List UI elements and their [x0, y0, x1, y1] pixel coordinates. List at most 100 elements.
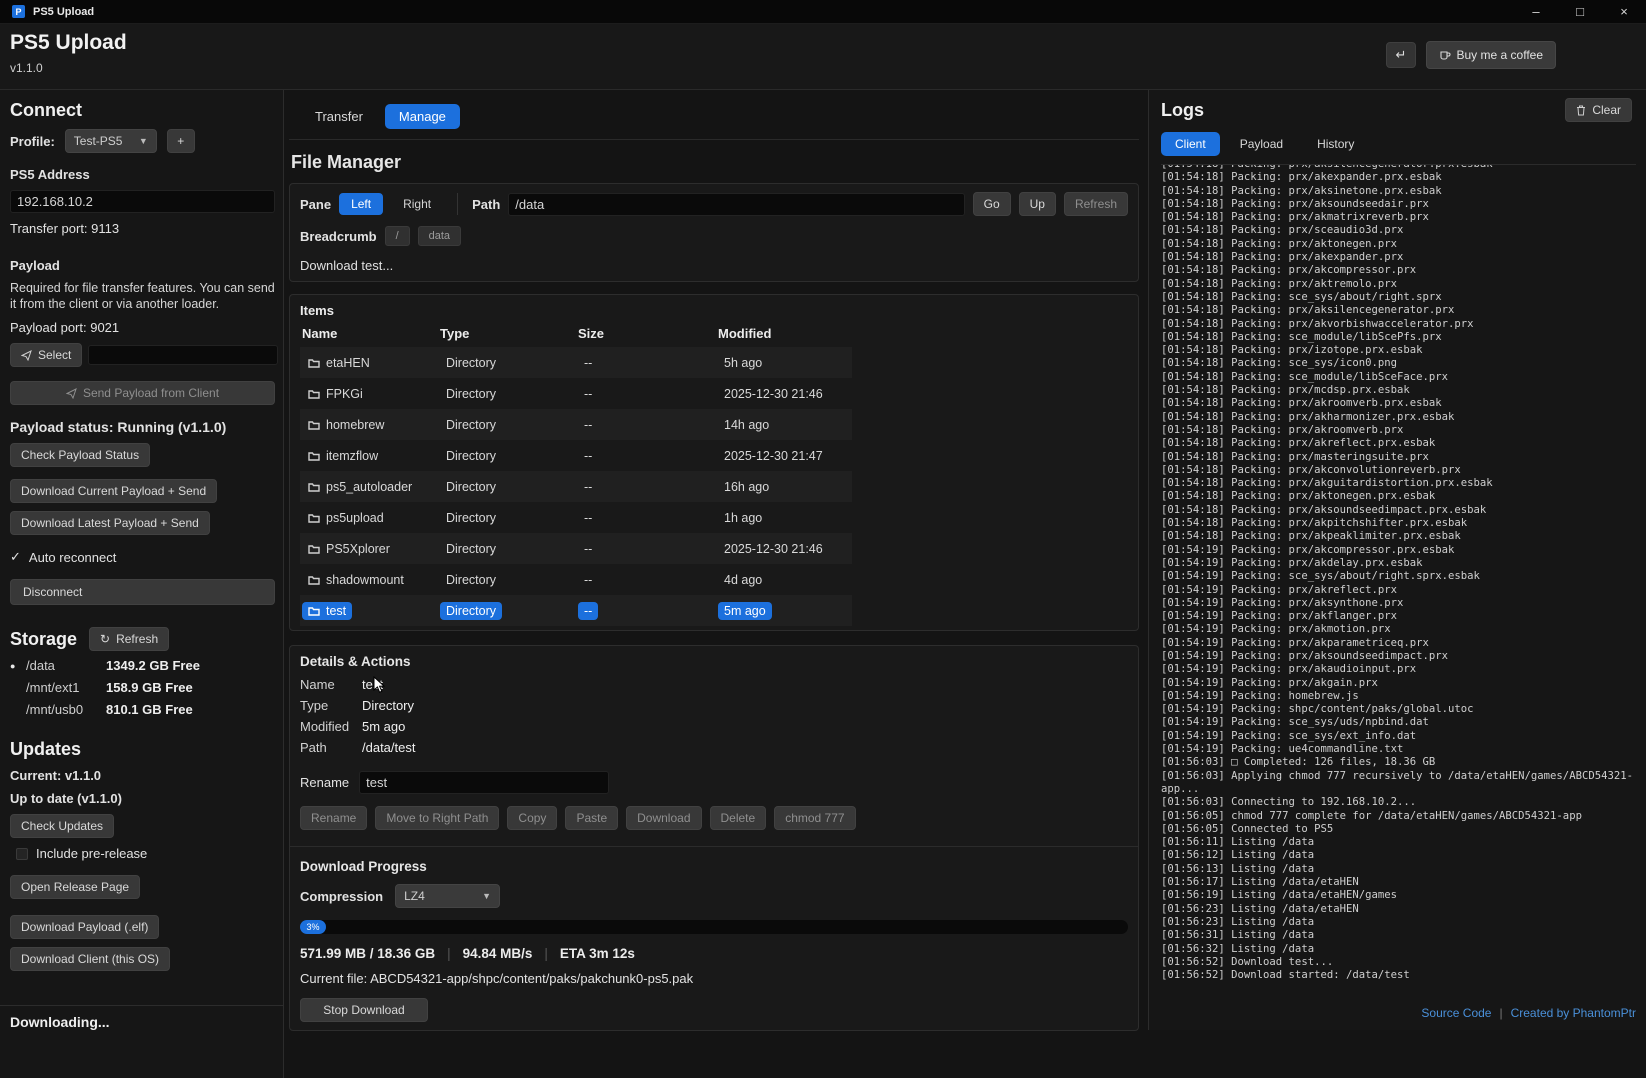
item-name: homebrew — [326, 418, 384, 432]
file-action-button[interactable]: Paste — [565, 806, 618, 830]
log-output[interactable]: [01:54:18] Packing: prx/aksilencegenerat… — [1161, 164, 1636, 1000]
manager-tab[interactable]: Manage — [385, 104, 460, 129]
folder-icon — [308, 544, 320, 554]
file-manager-column: Transfer Manage File Manager Pane Left R… — [285, 90, 1147, 1030]
file-manager-controls: Pane Left Right Path Go Up Refresh Bread… — [289, 183, 1139, 282]
log-line: [01:54:18] Packing: prx/akconvolutionrev… — [1161, 464, 1636, 477]
open-release-page-button[interactable]: Open Release Page — [10, 875, 140, 899]
log-line: [01:54:19] Packing: prx/aksynthone.prx — [1161, 597, 1636, 610]
table-row[interactable]: itemzflow Directory -- 2025-12-30 21:47 — [300, 440, 852, 471]
log-line: [01:54:18] Packing: prx/akpitchshifter.p… — [1161, 517, 1636, 530]
profile-select[interactable]: Test-PS5 ▼ — [65, 129, 157, 153]
log-line: [01:54:19] Packing: prx/akreflect.prx — [1161, 584, 1636, 597]
payload-file-input[interactable] — [88, 345, 278, 365]
table-row[interactable]: etaHEN Directory -- 5h ago — [300, 347, 852, 378]
minimize-button[interactable]: – — [1514, 0, 1558, 24]
buy-coffee-button[interactable]: Buy me a coffee — [1426, 41, 1557, 69]
auto-reconnect-checkbox[interactable]: ✓ Auto reconnect — [10, 549, 275, 565]
breadcrumb-item[interactable]: / — [385, 226, 410, 246]
disconnect-button[interactable]: Disconnect — [10, 579, 275, 605]
path-input[interactable] — [508, 193, 964, 216]
path-refresh-button[interactable]: Refresh — [1064, 192, 1128, 216]
bytes-progress: 571.99 MB / 18.36 GB — [300, 946, 435, 961]
go-button[interactable]: Go — [973, 192, 1011, 216]
table-row[interactable]: ps5_autoloader Directory -- 16h ago — [300, 471, 852, 502]
status-text: Downloading... — [10, 1014, 273, 1030]
chevron-down-icon: ▼ — [139, 136, 148, 146]
window-title: PS5 Upload — [33, 6, 94, 18]
download-latest-payload-button[interactable]: Download Latest Payload + Send — [10, 511, 210, 535]
pane-left-button[interactable]: Left — [339, 193, 383, 215]
column-header[interactable]: Name — [302, 326, 440, 341]
corner-action-button[interactable]: ↵ — [1386, 42, 1416, 68]
compression-select[interactable]: LZ4 ▼ — [395, 884, 500, 908]
item-modified: 2025-12-30 21:47 — [718, 447, 829, 465]
storage-drive-row[interactable]: ● /data 1349.2 GB Free — [10, 658, 275, 673]
table-row[interactable]: shadowmount Directory -- 4d ago — [300, 564, 852, 595]
column-header[interactable]: Modified — [718, 326, 854, 341]
clear-logs-button[interactable]: Clear — [1565, 98, 1632, 122]
table-row[interactable]: test Directory -- 5m ago — [300, 595, 852, 626]
up-button[interactable]: Up — [1019, 192, 1056, 216]
credit-link[interactable]: Created by PhantomPtr — [1511, 1006, 1636, 1020]
item-type: Directory — [440, 602, 502, 620]
table-row[interactable]: ps5upload Directory -- 1h ago — [300, 502, 852, 533]
manager-tab[interactable]: Transfer — [301, 104, 377, 129]
file-action-button[interactable]: Delete — [710, 806, 767, 830]
storage-drive-row[interactable]: ● /mnt/ext1 158.9 GB Free — [10, 680, 275, 695]
storage-refresh-button[interactable]: ↻ Refresh — [89, 627, 169, 651]
pane-right-button[interactable]: Right — [391, 193, 443, 215]
compression-label: Compression — [300, 889, 383, 904]
log-line: [01:54:19] Packing: prx/akgain.prx — [1161, 677, 1636, 690]
item-name: FPKGi — [326, 387, 363, 401]
ps5-address-input[interactable] — [10, 190, 275, 213]
file-action-button[interactable]: chmod 777 — [774, 806, 855, 830]
rename-input[interactable] — [359, 771, 609, 794]
app-version: v1.1.0 — [10, 61, 43, 75]
file-action-button[interactable]: Download — [626, 806, 701, 830]
path-label: Path — [472, 197, 500, 212]
updates-current-text: Current: v1.1.0 — [10, 768, 275, 783]
log-line: [01:56:32] Listing /data — [1161, 943, 1636, 956]
prerelease-checkbox[interactable]: Include pre-release — [16, 846, 275, 861]
stop-download-button[interactable]: Stop Download — [300, 998, 428, 1022]
item-modified: 4d ago — [718, 571, 768, 589]
column-header[interactable]: Type — [440, 326, 578, 341]
progress-stats: 571.99 MB / 18.36 GB | 94.84 MB/s | ETA … — [300, 946, 1128, 961]
details-heading: Details & Actions — [300, 654, 1128, 669]
updates-heading: Updates — [10, 739, 275, 760]
check-payload-status-button[interactable]: Check Payload Status — [10, 443, 150, 467]
check-updates-button[interactable]: Check Updates — [10, 814, 114, 838]
download-note: Download test... — [300, 258, 1128, 273]
add-profile-button[interactable]: + — [167, 129, 195, 153]
download-client-button[interactable]: Download Client (this OS) — [10, 947, 170, 971]
table-row[interactable]: FPKGi Directory -- 2025-12-30 21:46 — [300, 378, 852, 409]
item-modified: 1h ago — [718, 509, 768, 527]
logs-tab[interactable]: History — [1303, 132, 1368, 156]
logs-tab[interactable]: Client — [1161, 132, 1220, 156]
connect-heading: Connect — [10, 100, 275, 121]
file-action-button[interactable]: Rename — [300, 806, 367, 830]
file-action-button[interactable]: Copy — [507, 806, 557, 830]
maximize-button[interactable]: □ — [1558, 0, 1602, 24]
table-row[interactable]: homebrew Directory -- 14h ago — [300, 409, 852, 440]
item-type: Directory — [440, 571, 502, 589]
close-button[interactable]: × — [1602, 0, 1646, 24]
table-row[interactable]: PS5Xplorer Directory -- 2025-12-30 21:46 — [300, 533, 852, 564]
file-action-button[interactable]: Move to Right Path — [375, 806, 499, 830]
refresh-icon: ↻ — [100, 632, 110, 646]
logs-tab[interactable]: Payload — [1226, 132, 1297, 156]
log-line: [01:54:18] Packing: prx/akguitardistorti… — [1161, 477, 1636, 490]
download-payload-elf-button[interactable]: Download Payload (.elf) — [10, 915, 159, 939]
download-current-payload-button[interactable]: Download Current Payload + Send — [10, 479, 217, 503]
select-payload-button[interactable]: Select — [10, 343, 82, 367]
column-header[interactable]: Size — [578, 326, 718, 341]
source-code-link[interactable]: Source Code — [1421, 1006, 1491, 1020]
log-line: [01:54:18] Packing: prx/aktremolo.prx — [1161, 278, 1636, 291]
send-payload-button[interactable]: Send Payload from Client — [10, 381, 275, 405]
storage-drive-row[interactable]: ● /mnt/usb0 810.1 GB Free — [10, 702, 275, 717]
payload-label: Payload — [10, 258, 275, 273]
coffee-cup-icon — [1439, 49, 1451, 61]
breadcrumb-item[interactable]: data — [418, 226, 461, 246]
paper-plane-icon — [66, 388, 77, 399]
